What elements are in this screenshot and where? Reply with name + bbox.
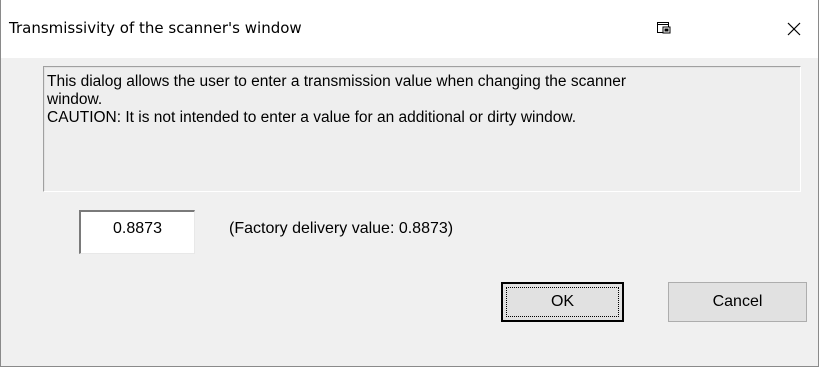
message-line-1: This dialog allows the user to enter a t…	[47, 73, 626, 90]
close-button[interactable]	[765, 0, 818, 58]
ok-button[interactable]: OK	[501, 282, 624, 322]
factory-delivery-label: (Factory delivery value: 0.8873)	[229, 220, 454, 237]
message-line-3: CAUTION: It is not intended to enter a v…	[47, 109, 576, 126]
window-title: Transmissivity of the scanner's window	[9, 19, 302, 37]
close-icon	[787, 22, 801, 36]
cancel-button[interactable]: Cancel	[668, 282, 807, 322]
message-line-2: window.	[47, 91, 103, 108]
title-bar[interactable]: Transmissivity of the scanner's window	[1, 0, 818, 58]
transmission-value-input[interactable]	[79, 210, 195, 254]
cancel-button-label: Cancel	[712, 293, 763, 310]
transmissivity-dialog: Transmissivity of the scanner's window T…	[0, 0, 819, 367]
message-text: This dialog allows the user to enter a t…	[47, 73, 797, 127]
message-box: This dialog allows the user to enter a t…	[43, 66, 801, 192]
ok-button-label: OK	[550, 293, 575, 310]
window-menu-icon[interactable]	[656, 20, 672, 36]
